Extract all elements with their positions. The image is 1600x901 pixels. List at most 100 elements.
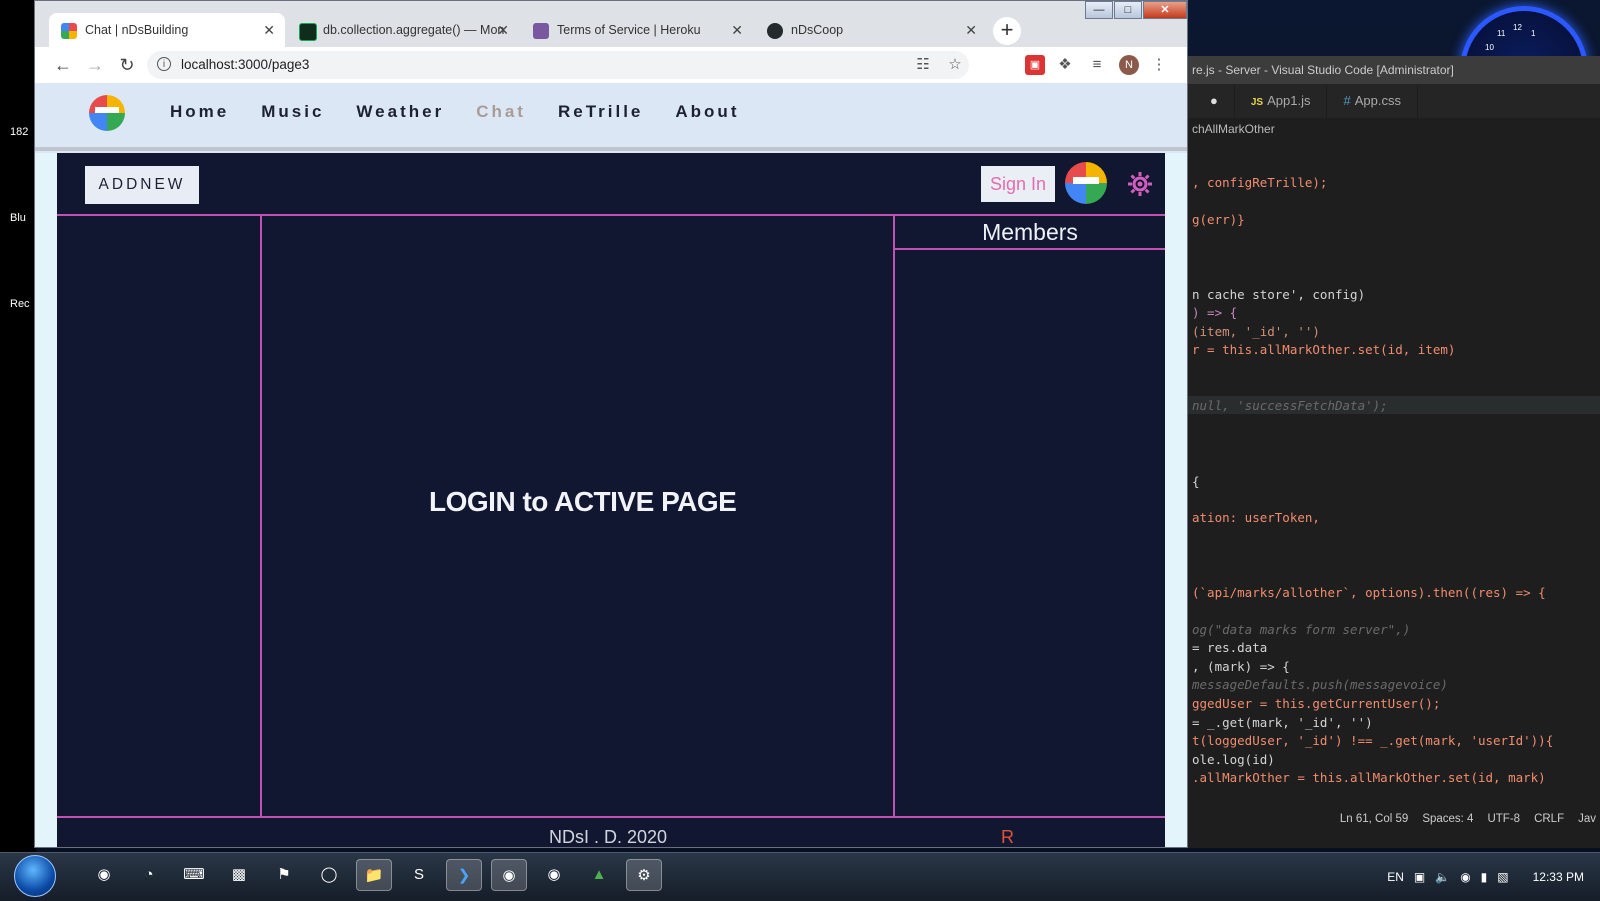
code-line: messageDefaults.push(messagevoice) <box>1192 677 1448 692</box>
desktop-icon-label[interactable]: Blu <box>10 212 26 224</box>
vscode-tab-app-css[interactable]: # App.css <box>1327 84 1418 118</box>
code-line: .allMarkOther = this.allMarkOther.set(id… <box>1192 770 1546 785</box>
close-window-button[interactable]: ✕ <box>1143 1 1187 19</box>
site-navbar: Home Music Weather Chat ReTrille About <box>35 83 1187 151</box>
maximize-button[interactable]: □ <box>1114 1 1142 19</box>
code-line: r = this.allMarkOther.set(id, item) <box>1192 342 1456 357</box>
code-line: = _.get(mark, '_id', '') <box>1192 715 1373 730</box>
close-tab-icon[interactable]: ✕ <box>965 13 977 47</box>
mongodb-icon <box>299 23 317 41</box>
github-icon <box>767 23 783 39</box>
nav-link-about[interactable]: About <box>675 102 739 122</box>
app-icon[interactable]: ◔ <box>131 859 167 891</box>
tab-github[interactable]: nDsCoop ✕ <box>755 13 987 47</box>
tab-heroku[interactable]: Terms of Service | Heroku ✕ <box>521 13 753 47</box>
nav-link-home[interactable]: Home <box>170 102 229 122</box>
new-tab-button[interactable]: + <box>993 17 1021 45</box>
code-line: ggedUser = this.getCurrentUser(); <box>1192 696 1441 711</box>
status-language[interactable]: Jav <box>1578 808 1596 830</box>
code-line: = res.data <box>1192 640 1268 655</box>
media-queue-icon[interactable]: ≡ <box>1087 55 1107 75</box>
tab-strip: Chat | nDsBuilding ✕ db.collection.aggre… <box>49 13 987 47</box>
firefox-icon[interactable]: ◉ <box>536 859 572 891</box>
tool-icon[interactable]: ⚑ <box>266 859 302 891</box>
footer-link[interactable]: R <box>1001 827 1014 847</box>
nav-link-weather[interactable]: Weather <box>356 102 444 122</box>
extensions-puzzle-icon[interactable]: ❖ <box>1055 55 1075 75</box>
tab-mongodb[interactable]: db.collection.aggregate() — Mon ✕ <box>287 13 519 47</box>
file-explorer-icon[interactable]: 📁 <box>356 859 392 891</box>
site-favicon-icon <box>61 23 77 39</box>
vscode-window[interactable]: re.js - Server - Visual Studio Code [Adm… <box>1188 56 1600 848</box>
vscode-tab-app1-js[interactable]: JS App1.js <box>1235 84 1328 118</box>
code-line: , (mark) => { <box>1192 659 1290 674</box>
tab-chat[interactable]: Chat | nDsBuilding ✕ <box>49 13 285 47</box>
url-text[interactable]: localhost:3000/page3 <box>181 51 309 79</box>
forward-arrow-icon[interactable]: → <box>83 53 107 77</box>
sublime-icon[interactable]: S <box>401 859 437 891</box>
settings-gear-icon[interactable] <box>1127 171 1153 197</box>
browser-window[interactable]: — □ ✕ Chat | nDsBuilding ✕ db.collection… <box>34 0 1188 848</box>
vscode-status-bar: Ln 61, Col 59 Spaces: 4 UTF-8 CRLF Jav <box>1188 808 1600 830</box>
minimize-button[interactable]: — <box>1085 1 1113 19</box>
code-line: g(err)} <box>1192 212 1245 227</box>
clock-time[interactable]: 12:33 PM <box>1533 870 1584 884</box>
vscode-tabs: ● JS App1.js # App.css <box>1188 84 1600 118</box>
login-message: LOGIN to ACTIVE PAGE <box>429 486 737 517</box>
left-panel-divider <box>260 214 262 817</box>
site-logo[interactable] <box>87 93 127 133</box>
vscode-tab-label: App.css <box>1354 93 1401 108</box>
status-cursor-position[interactable]: Ln 61, Col 59 <box>1340 808 1408 830</box>
code-line: (item, '_id', '') <box>1192 324 1320 339</box>
tray-icon[interactable]: ◉ <box>1460 870 1470 884</box>
zoom-icon[interactable]: ◉ <box>86 859 122 891</box>
volume-icon[interactable]: 🔈 <box>1435 870 1450 884</box>
reload-icon[interactable]: ↻ <box>115 53 139 77</box>
members-title: Members <box>982 219 1078 245</box>
heroku-icon <box>533 23 549 39</box>
menu-kebab-icon[interactable]: ⋮ <box>1149 55 1169 75</box>
language-indicator[interactable]: EN <box>1387 870 1404 884</box>
profile-avatar[interactable]: N <box>1119 55 1139 75</box>
addnew-button[interactable]: ADDNEW <box>85 166 199 204</box>
tab-title: nDsCoop <box>791 23 844 37</box>
address-bar[interactable]: i localhost:3000/page3 ☷ ☆ <box>147 51 969 79</box>
keyboard-icon[interactable]: ⌨ <box>176 859 212 891</box>
sign-in-button[interactable]: Sign In <box>981 166 1055 202</box>
close-tab-icon[interactable]: ✕ <box>263 13 275 47</box>
vscode-taskbar-icon[interactable]: ❯ <box>446 859 482 891</box>
vscode-breadcrumb[interactable]: chAllMarkOther <box>1188 118 1600 140</box>
network-icon[interactable]: ▮ <box>1481 870 1488 884</box>
nav-link-music[interactable]: Music <box>261 102 324 122</box>
app-icon[interactable]: ▲ <box>581 859 617 891</box>
vscode-title: re.js - Server - Visual Studio Code [Adm… <box>1188 56 1600 84</box>
terminal-icon[interactable]: ▩ <box>221 859 257 891</box>
site-info-icon[interactable]: i <box>157 57 171 71</box>
page-right-margin <box>1165 153 1187 847</box>
status-encoding[interactable]: UTF-8 <box>1487 808 1520 830</box>
tray-icon[interactable]: ▣ <box>1414 870 1425 884</box>
tab-title: db.collection.aggregate() — Mon <box>323 23 505 37</box>
close-tab-icon[interactable]: ✕ <box>731 13 743 47</box>
desktop-icon-label[interactable]: Rec <box>10 298 30 310</box>
chat-app: ADDNEW Sign In Members LOGIN to ACTIVE P… <box>57 153 1165 847</box>
code-line: ation: userToken, <box>1192 510 1320 525</box>
code-line: (`api/marks/allother`, options).then((re… <box>1192 585 1546 600</box>
status-indentation[interactable]: Spaces: 4 <box>1422 808 1473 830</box>
nav-link-retrille[interactable]: ReTrille <box>558 102 643 122</box>
chrome-taskbar-icon[interactable]: ◉ <box>491 859 527 891</box>
app-icon[interactable]: ⚙ <box>626 859 662 891</box>
status-eol[interactable]: CRLF <box>1534 808 1564 830</box>
vscode-tab-unsaved[interactable]: ● <box>1188 84 1235 118</box>
back-arrow-icon[interactable]: ← <box>51 53 75 77</box>
members-panel-divider <box>893 214 895 817</box>
battery-icon[interactable]: ▧ <box>1497 870 1508 884</box>
translate-icon[interactable]: ☷ <box>913 55 933 75</box>
nav-link-chat[interactable]: Chat <box>476 102 526 122</box>
close-tab-icon[interactable]: ✕ <box>497 13 509 47</box>
start-button[interactable] <box>14 855 56 897</box>
app-icon[interactable]: ◯ <box>311 859 347 891</box>
desktop-icon-label[interactable]: 182 <box>10 126 28 138</box>
extension-icon[interactable]: ▣ <box>1025 55 1045 75</box>
bookmark-star-icon[interactable]: ☆ <box>945 55 965 75</box>
